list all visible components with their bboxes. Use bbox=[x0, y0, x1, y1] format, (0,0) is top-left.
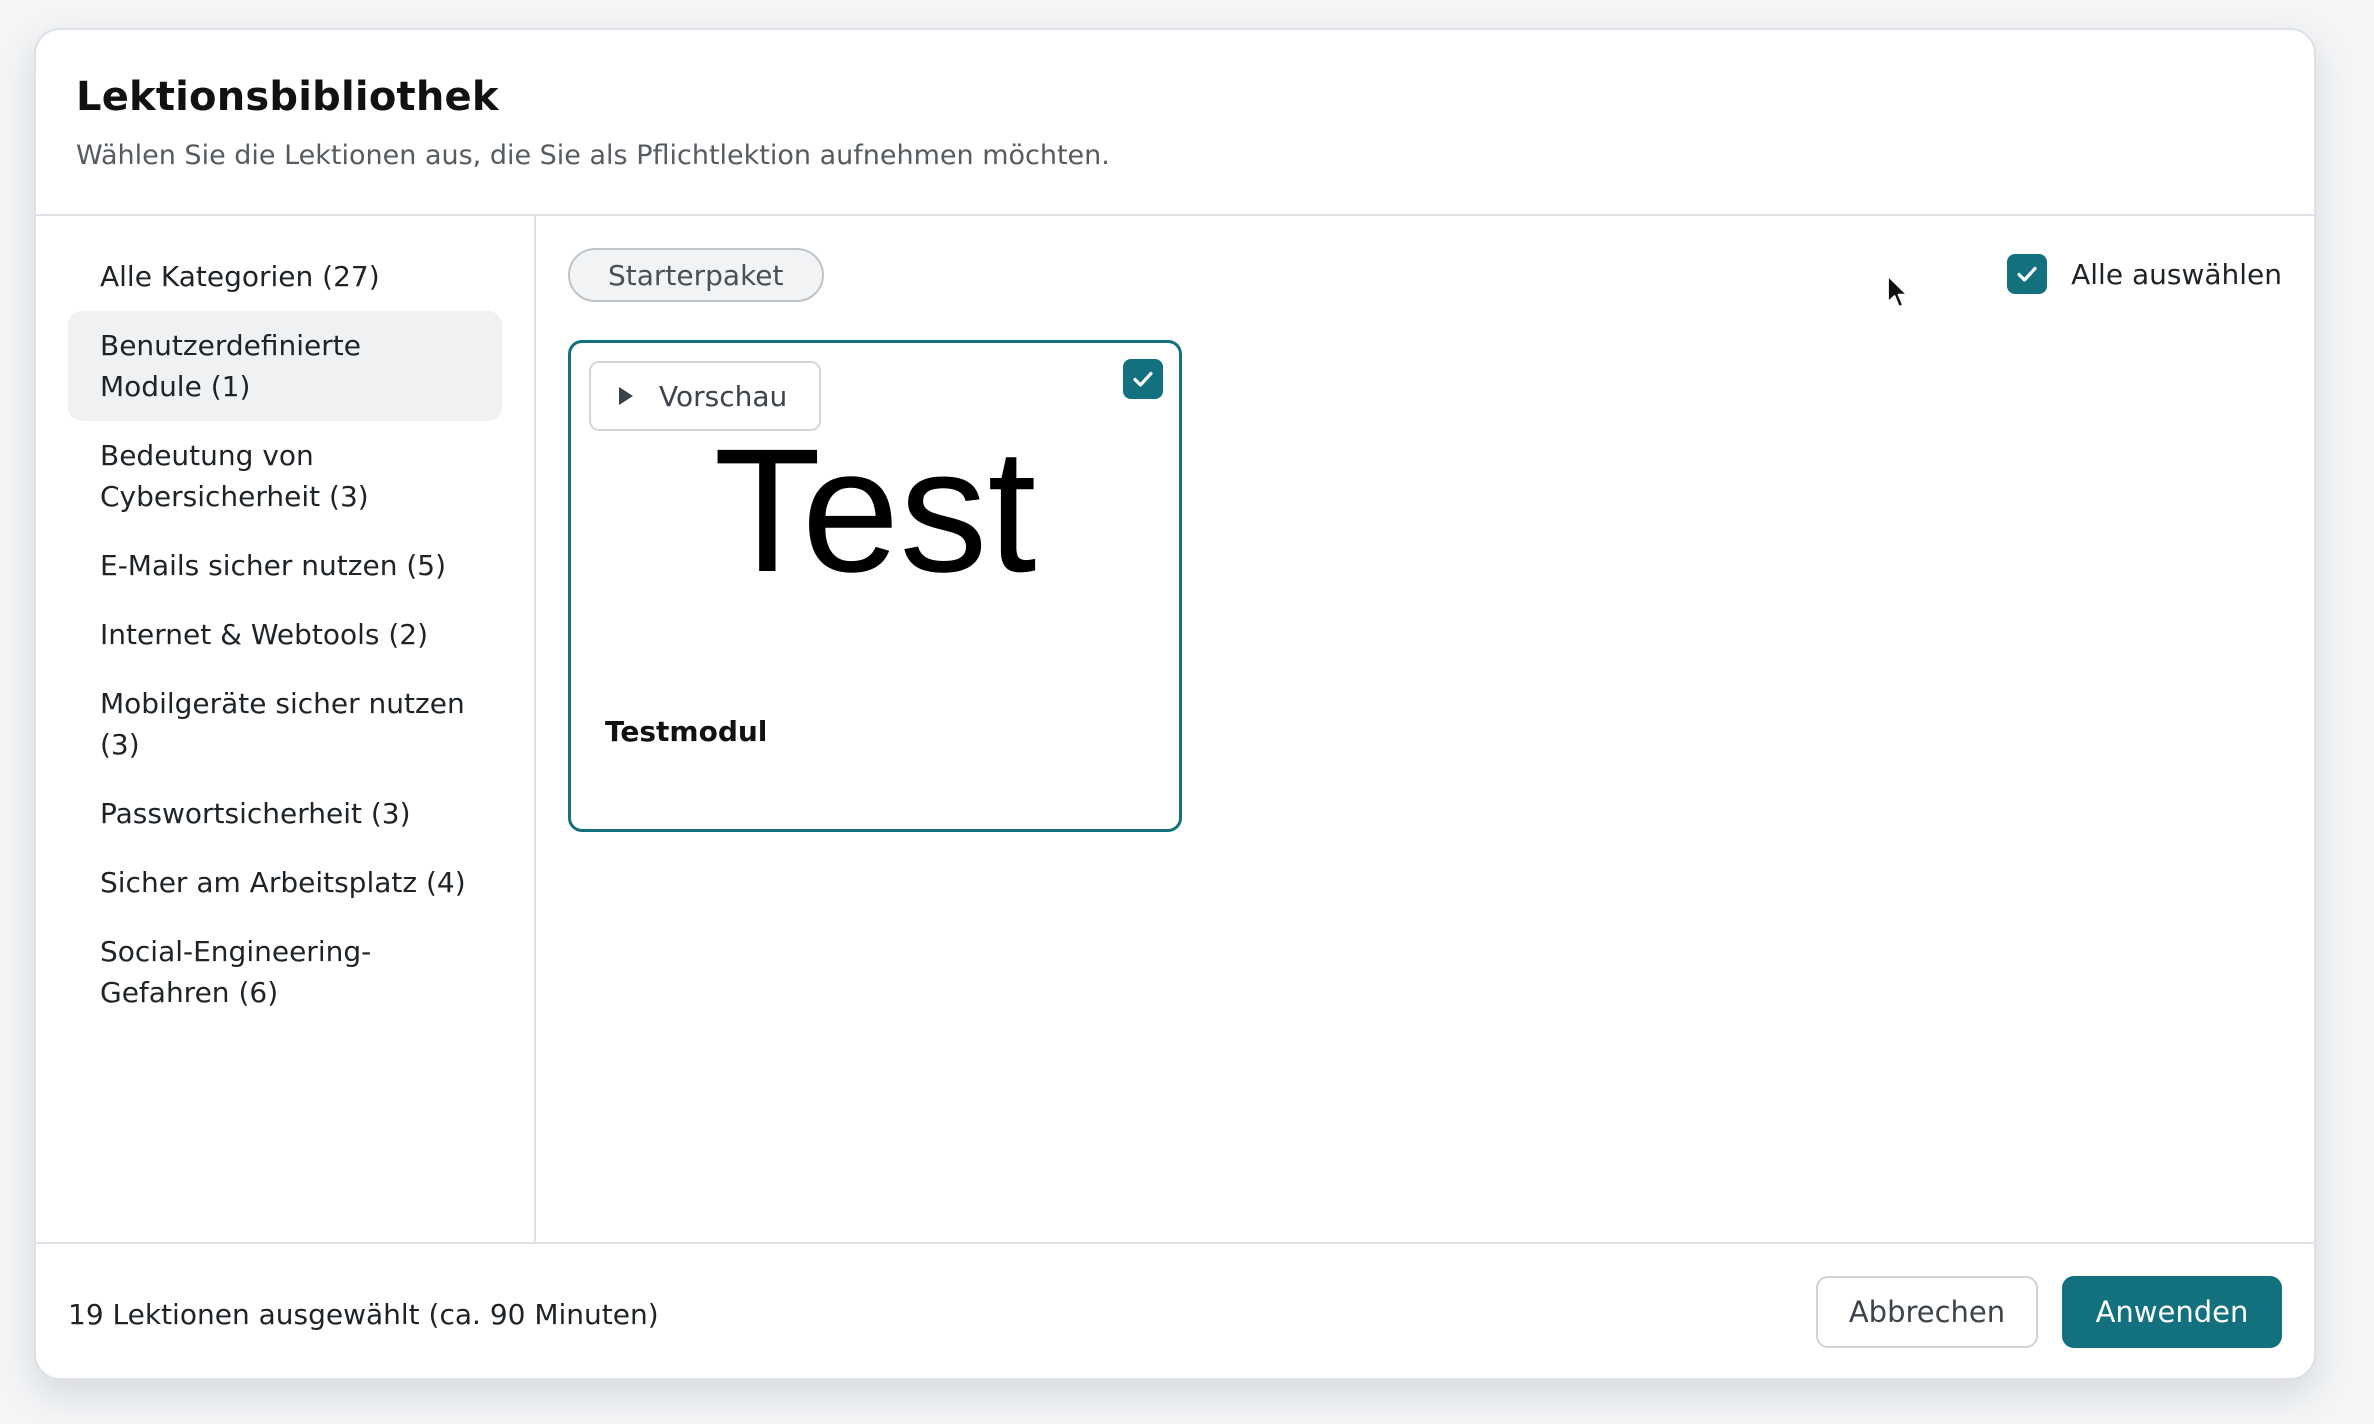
apply-button[interactable]: Anwenden bbox=[2062, 1276, 2282, 1348]
sidebar-item-mobile-devices[interactable]: Mobilgeräte sicher nutzen (3) bbox=[68, 669, 502, 779]
sidebar-item-email-safety[interactable]: E-Mails sicher nutzen (5) bbox=[68, 531, 502, 600]
lesson-library-dialog: Lektionsbibliothek Wählen Sie die Lektio… bbox=[34, 28, 2316, 1380]
sidebar-item-social-engineering[interactable]: Social-Engineering-Gefahren (6) bbox=[68, 917, 502, 1027]
sidebar-item-all-categories[interactable]: Alle Kategorien (27) bbox=[68, 242, 502, 311]
sidebar-item-workplace-safety[interactable]: Sicher am Arbeitsplatz (4) bbox=[68, 848, 502, 917]
play-icon bbox=[619, 387, 633, 405]
select-all-label: Alle auswählen bbox=[2071, 257, 2282, 291]
sidebar-item-password-security[interactable]: Passwortsicherheit (3) bbox=[68, 779, 502, 848]
select-all-control[interactable]: Alle auswählen bbox=[2007, 254, 2282, 294]
category-sidebar: Alle Kategorien (27) Benutzerdefinierte … bbox=[36, 216, 536, 1242]
dialog-header: Lektionsbibliothek Wählen Sie die Lektio… bbox=[36, 30, 2314, 216]
lesson-card-checkbox[interactable] bbox=[1123, 359, 1163, 399]
lesson-thumbnail: Test bbox=[713, 413, 1037, 609]
mouse-cursor-icon bbox=[1887, 275, 1908, 308]
check-icon bbox=[2017, 266, 2037, 282]
dialog-title: Lektionsbibliothek bbox=[76, 74, 499, 120]
selection-summary: 19 Lektionen ausgewählt (ca. 90 Minuten) bbox=[68, 1298, 659, 1331]
sidebar-item-custom-modules[interactable]: Benutzerdefinierte Module (1) bbox=[68, 311, 502, 421]
sidebar-item-internet-webtools[interactable]: Internet & Webtools (2) bbox=[68, 600, 502, 669]
dialog-footer: 19 Lektionen ausgewählt (ca. 90 Minuten)… bbox=[36, 1242, 2314, 1378]
cancel-button[interactable]: Abbrechen bbox=[1816, 1276, 2038, 1348]
dialog-subtitle: Wählen Sie die Lektionen aus, die Sie al… bbox=[76, 140, 1110, 171]
filter-pill-starterpaket[interactable]: Starterpaket bbox=[568, 248, 824, 302]
preview-button-label: Vorschau bbox=[659, 379, 788, 413]
lesson-card[interactable]: Vorschau Test Testmodul bbox=[568, 340, 1182, 832]
lesson-content-area: Starterpaket Alle auswählen Vorschau Tes… bbox=[536, 216, 2314, 1242]
select-all-checkbox[interactable] bbox=[2007, 254, 2048, 294]
lesson-card-title: Testmodul bbox=[605, 715, 768, 748]
check-icon bbox=[1133, 371, 1153, 387]
sidebar-item-cybersecurity-importance[interactable]: Bedeutung von Cybersicherheit (3) bbox=[68, 421, 502, 531]
